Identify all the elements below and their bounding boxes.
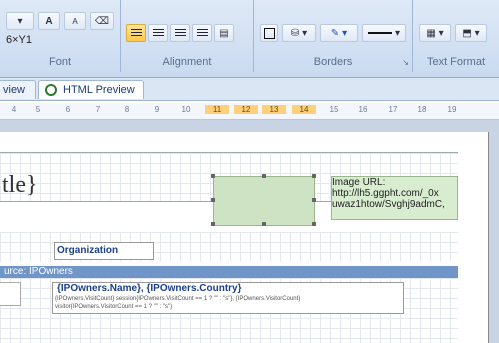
resize-handle[interactable]	[262, 174, 266, 178]
align-center-button[interactable]	[148, 24, 168, 42]
ruler-tick: 15	[329, 105, 339, 114]
resize-handle[interactable]	[312, 198, 316, 202]
border-button[interactable]	[260, 24, 278, 42]
owner-name-expression: {IPOwners.Name}, {IPOwners.Country}	[57, 283, 242, 294]
chevron-down-icon: ▾	[394, 27, 401, 39]
justify-icon	[196, 28, 208, 38]
text-box-icon: ▤	[219, 27, 229, 39]
align-left-icon	[130, 28, 142, 38]
ruler-tick: 17	[388, 105, 398, 114]
report-workspace[interactable]: tle} Image URL: http://lh5.ggpht.com/_0x…	[0, 120, 499, 343]
ruler-tick-selected: 14	[292, 105, 316, 114]
resize-handle[interactable]	[312, 222, 316, 226]
resize-handle[interactable]	[211, 198, 215, 202]
text-format-group: ▦ ▾ ⬒ ▾ Text Format	[413, 0, 499, 72]
tab-view[interactable]: view	[0, 80, 36, 99]
horizontal-ruler: 4 5 6 7 8 9 10 11 12 13 14 15 16 17 18 1…	[0, 103, 499, 120]
text-format-group-label: Text Format	[426, 56, 486, 68]
report-title-field[interactable]: tle}	[2, 172, 38, 199]
organization-field[interactable]: Organization	[54, 242, 154, 260]
text-direction-button[interactable]: ▤	[214, 24, 234, 42]
clear-format-button[interactable]: ⌫	[90, 12, 114, 30]
borders-dialog-launcher-icon[interactable]: ↘	[402, 58, 409, 67]
shrink-font-button[interactable]: A	[64, 12, 86, 30]
align-right-icon	[174, 28, 186, 38]
tab-html-preview-label: HTML Preview	[63, 84, 135, 96]
line-style-icon	[367, 32, 392, 34]
borders-group: ⛁ ▾ ✎ ▾ ▾ Borders ↘	[254, 0, 413, 72]
size-readout: 6×Y1	[6, 34, 32, 46]
image-placeholder[interactable]	[213, 176, 315, 226]
magnifier-icon	[45, 84, 57, 96]
line-color-button[interactable]: ✎ ▾	[320, 24, 358, 42]
font-group-label: Font	[48, 56, 71, 68]
border-icon	[263, 27, 275, 39]
align-left-button[interactable]	[126, 24, 146, 42]
view-tabs: view HTML Preview	[0, 78, 499, 101]
ruler-tick: 5	[35, 105, 41, 114]
borders-group-label: Borders	[313, 56, 353, 68]
tab-html-preview[interactable]: HTML Preview	[38, 80, 144, 99]
ruler-tick-selected: 12	[234, 105, 258, 114]
paint-bucket-icon: ⛁ ▾	[290, 27, 308, 39]
ruler-tick: 18	[417, 105, 427, 114]
text-format-icon: ⬒ ▾	[462, 27, 480, 39]
font-size-dropdown[interactable]: ▾	[6, 12, 34, 30]
align-right-button[interactable]	[170, 24, 190, 42]
resize-handle[interactable]	[211, 222, 215, 226]
ruler-tick: 16	[358, 105, 368, 114]
grow-font-button[interactable]: A	[38, 12, 60, 30]
owner-visit-expression: {IPOwners.VisitCount} session{IPOwners.V…	[55, 296, 301, 302]
eraser-icon: ⌫	[94, 15, 110, 27]
datasource-band[interactable]: urce: IPOwners	[0, 266, 458, 278]
resize-handle[interactable]	[312, 174, 316, 178]
tab-view-label: view	[3, 84, 26, 96]
ribbon: ▾ A A ⌫ 6×Y1 Font ▤ Alignment ⛁ ▾ ✎ ▾ ▾ …	[0, 0, 499, 78]
pen-icon: ✎ ▾	[330, 27, 348, 39]
owner-field[interactable]: {IPOwners.Name}, {IPOwners.Country} {IPO…	[52, 282, 404, 314]
detail-field-left[interactable]	[0, 282, 21, 306]
ruler-tick-selected: 13	[262, 105, 286, 114]
alignment-group-label: Alignment	[162, 56, 212, 68]
ruler-tick: 9	[154, 105, 160, 114]
ruler-tick: 8	[124, 105, 130, 114]
chevron-down-icon: ▾	[17, 15, 23, 27]
ruler-tick-selected: 11	[205, 105, 229, 114]
ruler-tick: 4	[11, 105, 17, 114]
resize-handle[interactable]	[262, 222, 266, 226]
format-button[interactable]: ▦ ▾	[419, 24, 451, 42]
alignment-group: ▤ Alignment	[121, 0, 254, 72]
ruler-tick: 10	[181, 105, 191, 114]
align-center-icon	[152, 28, 164, 38]
format-icon: ▦ ▾	[426, 27, 444, 39]
ruler-tick: 19	[447, 105, 457, 114]
ruler-tick: 6	[65, 105, 71, 114]
ruler-tick: 7	[95, 105, 101, 114]
line-style-button[interactable]: ▾	[362, 24, 406, 42]
text-format-button[interactable]: ⬒ ▾	[455, 24, 487, 42]
resize-handle[interactable]	[211, 174, 215, 178]
image-url-field[interactable]: Image URL: http://lh5.ggpht.com/_0x uwaz…	[331, 176, 458, 220]
report-page[interactable]: tle} Image URL: http://lh5.ggpht.com/_0x…	[0, 132, 489, 343]
font-group: ▾ A A ⌫ 6×Y1 Font	[0, 0, 121, 72]
owner-visitor-expression: visitor{IPOwners.VisitorCount == 1 ? "" …	[55, 304, 173, 310]
fill-color-button[interactable]: ⛁ ▾	[282, 24, 316, 42]
justify-button[interactable]	[192, 24, 212, 42]
